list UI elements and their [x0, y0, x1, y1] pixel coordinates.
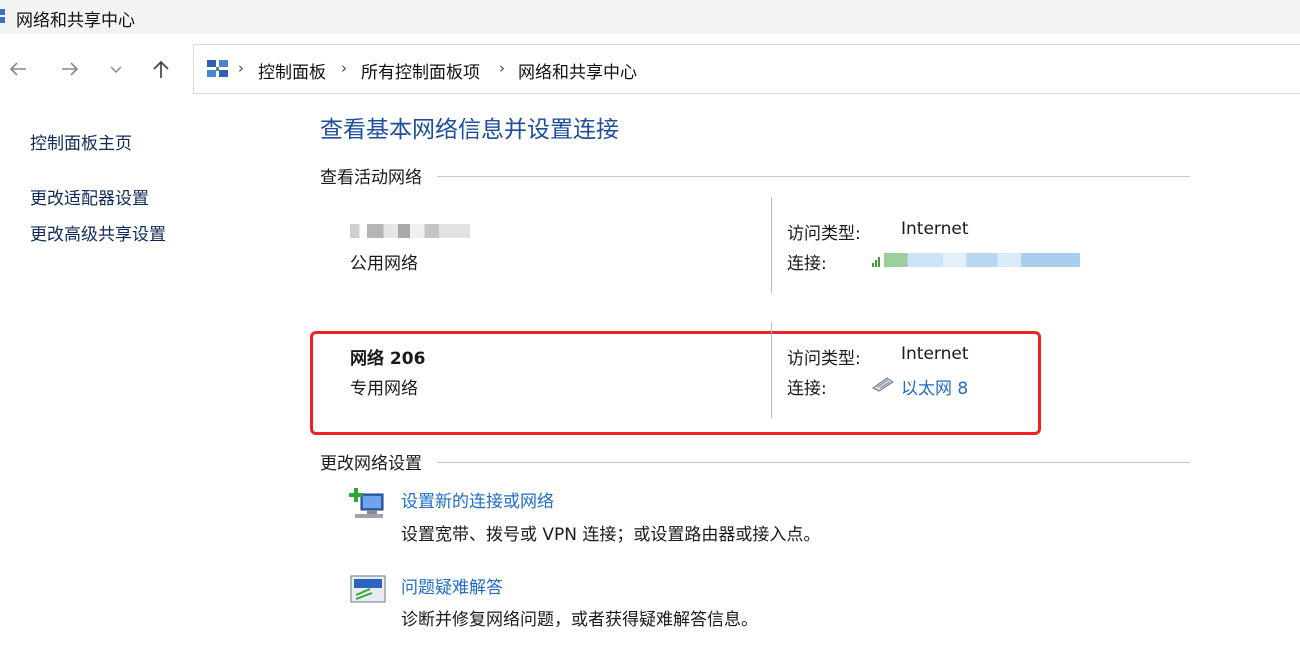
- sidebar-item-home[interactable]: 控制面板主页: [30, 129, 132, 154]
- window-title: 网络和共享中心: [16, 11, 135, 31]
- access-type-value: Internet: [901, 344, 969, 364]
- network-center-icon: [207, 60, 228, 77]
- troubleshoot-icon: [350, 575, 386, 603]
- sidebar-item-advanced-sharing[interactable]: 更改高级共享设置: [30, 220, 166, 245]
- setup-connection-link[interactable]: 设置新的连接或网络: [401, 487, 554, 512]
- ethernet-connection-link[interactable]: 以太网 8: [901, 374, 968, 399]
- network-name: 网络 206: [350, 349, 426, 369]
- access-type-label: 访问类型:: [787, 349, 861, 369]
- up-button[interactable]: [146, 54, 176, 84]
- troubleshoot-description: 诊断并修复网络问题，或者获得疑难解答信息。: [401, 610, 758, 630]
- sidebar-item-adapter-settings[interactable]: 更改适配器设置: [30, 184, 149, 209]
- access-type-label: 访问类型:: [787, 224, 861, 244]
- access-type-value: Internet: [901, 219, 969, 239]
- arrow-right-icon: [62, 62, 79, 76]
- column-divider: [771, 322, 772, 418]
- setup-connection-description: 设置宽带、拨号或 VPN 连接；或设置路由器或接入点。: [401, 525, 821, 545]
- chevron-down-icon: [110, 66, 122, 74]
- breadcrumb-item-control-panel[interactable]: 控制面板: [258, 58, 326, 83]
- breadcrumb-item-all-items[interactable]: 所有控制面板项: [361, 58, 480, 83]
- recent-locations-button[interactable]: [101, 54, 131, 84]
- ethernet-icon: [872, 377, 894, 392]
- navigation-bar: › 控制面板 › 所有控制面板项 › 网络和共享中心: [0, 34, 1300, 104]
- change-settings-header: 更改网络设置: [320, 454, 422, 474]
- connection-name-redacted[interactable]: [884, 253, 1080, 267]
- back-button[interactable]: [3, 54, 33, 84]
- page-title: 查看基本网络信息并设置连接: [320, 117, 619, 143]
- troubleshoot-link[interactable]: 问题疑难解答: [401, 573, 503, 598]
- network-name-redacted: [350, 224, 470, 238]
- new-connection-icon: [349, 488, 384, 518]
- connection-label: 连接:: [787, 254, 827, 274]
- network-center-icon: [0, 9, 5, 23]
- forward-button[interactable]: [55, 54, 85, 84]
- divider: [437, 176, 1190, 177]
- title-bar: 网络和共享中心: [0, 0, 1300, 34]
- breadcrumb-separator: ›: [238, 59, 244, 77]
- column-divider: [771, 197, 772, 293]
- wifi-signal-icon: [872, 257, 880, 267]
- breadcrumb-separator: ›: [499, 59, 505, 77]
- arrow-left-icon: [9, 62, 26, 76]
- active-networks-header: 查看活动网络: [320, 168, 422, 188]
- connection-label: 连接:: [787, 379, 827, 399]
- arrow-up-icon: [153, 60, 169, 78]
- address-bar[interactable]: › 控制面板 › 所有控制面板项 › 网络和共享中心: [193, 44, 1300, 94]
- network-category: 专用网络: [350, 379, 418, 399]
- network-category: 公用网络: [350, 254, 418, 274]
- breadcrumb-item-network-center[interactable]: 网络和共享中心: [518, 58, 637, 83]
- divider: [437, 462, 1190, 463]
- breadcrumb-separator: ›: [341, 59, 347, 77]
